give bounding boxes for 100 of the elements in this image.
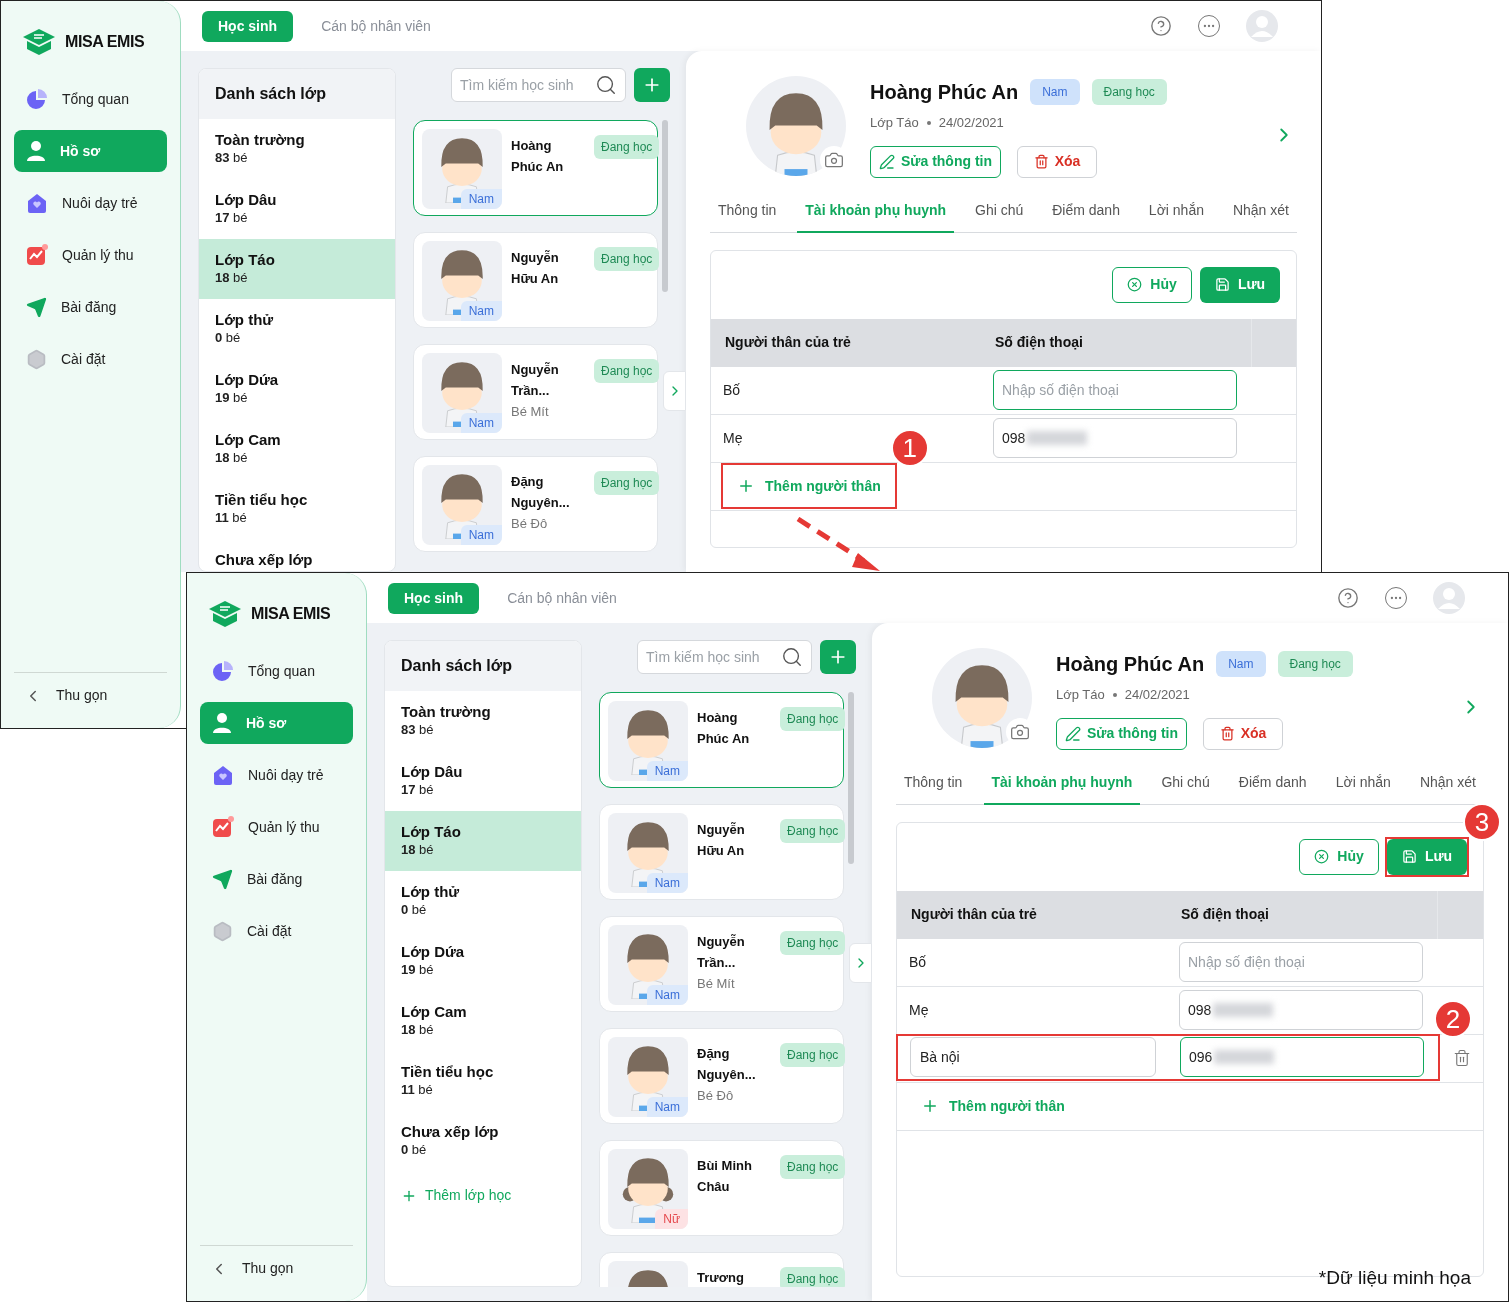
class-item[interactable]: Tiền tiểu học 11 bé (199, 479, 395, 539)
class-item[interactable]: Lớp Dâu 17 bé (385, 751, 581, 811)
nav-item[interactable]: Nuôi dạy trẻ (200, 754, 353, 796)
add-student-button[interactable] (634, 68, 670, 102)
nav-item[interactable]: Bài đăng (200, 858, 353, 900)
class-item[interactable]: Chưa xếp lớp (199, 539, 395, 571)
class-name: Toàn trường (401, 703, 492, 721)
logo-text: MISA EMIS (65, 32, 145, 52)
class-list-title: Danh sách lớp (385, 641, 581, 691)
student-card[interactable]: Nam Hoàng Phúc An Đang học (599, 692, 844, 788)
class-item[interactable]: Lớp Táo 18 bé (199, 239, 395, 299)
class-item[interactable]: Lớp Cam 18 bé (199, 419, 395, 479)
expand-toggle[interactable] (663, 371, 686, 411)
phone-value: 098 (1188, 1000, 1212, 1020)
gender-tag: Nam (460, 189, 502, 209)
class-item[interactable]: Lớp Táo 18 bé (385, 811, 581, 871)
column-header: Người thân của trẻ (724, 333, 852, 352)
status-badge: Đang học (594, 135, 660, 159)
class-name: Lớp Cam (215, 431, 282, 449)
delete-button[interactable]: Xóa (1203, 717, 1283, 750)
class-name: Toàn trường (215, 131, 306, 149)
profile-tab[interactable]: Nhận xét (1224, 199, 1297, 233)
status-badge: Đang học (780, 1155, 846, 1179)
logo-icon (207, 599, 243, 629)
class-count: 0 bé (401, 901, 428, 918)
class-item[interactable]: Lớp Dứa 19 bé (385, 931, 581, 991)
status-badge: Đang học (594, 247, 660, 271)
gender-tag: Nam (646, 761, 688, 781)
search-icon (595, 74, 617, 96)
student-card[interactable]: Nam Hoàng Phúc An Đang học (413, 120, 658, 216)
profile-tab[interactable]: Lời nhắn (1140, 199, 1212, 233)
collapse-button[interactable]: Thu gọn (14, 685, 108, 706)
scrollbar[interactable] (848, 692, 854, 864)
nav-item[interactable]: Quản lý thu (14, 234, 167, 276)
column-header: Số điện thoại (994, 333, 1084, 352)
profile-tab[interactable]: Lời nhắn (1327, 771, 1399, 805)
class-item[interactable]: Lớp thử 0 bé (385, 871, 581, 931)
profile-tab[interactable]: Điểm danh (1230, 771, 1315, 805)
class-item[interactable]: Tiền tiểu học 11 bé (385, 1051, 581, 1111)
class-name: Lớp thử (215, 311, 275, 329)
nav-item[interactable]: Nuôi dạy trẻ (14, 182, 167, 224)
birth-date: 24/02/2021 (938, 114, 1004, 132)
nav-item[interactable]: Cài đặt (200, 910, 353, 952)
student-card[interactable]: Nam Đặng Nguyên... Bé Đô Đang học (413, 456, 658, 552)
student-card[interactable]: Nam Nguyễn Hữu An Đang học (413, 232, 658, 328)
search-field[interactable]: Tìm kiếm học sinh (460, 74, 595, 96)
profile-tab[interactable]: Điểm danh (1044, 199, 1128, 233)
help-icon[interactable] (1337, 587, 1359, 609)
delete-button[interactable]: Xóa (1017, 145, 1097, 178)
nav-item[interactable]: Tổng quan (200, 650, 353, 692)
student-card[interactable]: Nữ Bùi Minh Châu Đang học (599, 1140, 844, 1236)
gender-tag: Nam (460, 301, 502, 321)
profile-tab[interactable]: Ghi chú (1153, 771, 1218, 805)
student-card[interactable]: Nam Đặng Nguyên... Bé Đô Đang học (599, 1028, 844, 1124)
profile-tab[interactable]: Thông tin (710, 199, 785, 233)
add-student-button[interactable] (820, 640, 856, 674)
student-card[interactable]: Nam Nguyễn Trần... Bé Mít Đang học (413, 344, 658, 440)
status-badge: Đang học (1091, 79, 1167, 105)
student-card[interactable]: Nam Nguyễn Trần... Bé Mít Đang học (599, 916, 844, 1012)
relation-cell-text: Bố (909, 952, 927, 972)
phone-field[interactable]: 096 (1180, 1037, 1424, 1077)
relation-input[interactable]: Bà nội (910, 1037, 1156, 1077)
phone-field[interactable]: 098 (993, 418, 1237, 458)
trash-icon[interactable] (1452, 1049, 1471, 1067)
class-name: Lớp Dứa (215, 371, 280, 389)
class-item[interactable]: Toàn trường 83 bé (385, 691, 581, 751)
class-item[interactable]: Lớp thử 0 bé (199, 299, 395, 359)
column-header: Người thân của trẻ (910, 905, 1038, 924)
class-name: Tiền tiểu học (401, 1063, 495, 1081)
nav-item[interactable]: Quản lý thu (200, 806, 353, 848)
student-card[interactable]: Trương Đang học (599, 1252, 844, 1287)
save-icon (1214, 277, 1230, 292)
profile-tab[interactable]: Ghi chú (967, 199, 1032, 233)
phone-value: 096 (1189, 1047, 1213, 1067)
class-item[interactable]: Toàn trường 83 bé (199, 119, 395, 179)
class-item[interactable]: Lớp Dứa 19 bé (199, 359, 395, 419)
profile-tab[interactable]: Nhận xét (1411, 771, 1484, 805)
nav-item[interactable]: Cài đặt (14, 338, 167, 380)
class-count: 19 bé (401, 961, 435, 978)
class-item[interactable]: Lớp Cam 18 bé (385, 991, 581, 1051)
phone-field[interactable]: 098 (1179, 990, 1423, 1030)
search-field[interactable]: Tìm kiếm học sinh (646, 646, 781, 668)
class-item[interactable]: Lớp Dâu 17 bé (199, 179, 395, 239)
student-card[interactable]: Nam Nguyễn Hữu An Đang học (599, 804, 844, 900)
search-box[interactable]: Tìm kiếm học sinh (637, 640, 812, 674)
help-icon[interactable] (1150, 15, 1172, 37)
nav-item[interactable]: Tổng quan (14, 78, 167, 120)
class-item[interactable]: Chưa xếp lớp 0 bé (385, 1111, 581, 1171)
student-name: Nguyễn Trần... (697, 933, 746, 972)
collapse-button[interactable]: Thu gọn (200, 1258, 294, 1279)
dot-separator (1112, 692, 1117, 697)
search-box[interactable]: Tìm kiếm học sinh (451, 68, 626, 102)
paper-plane-icon (26, 296, 47, 318)
expand-toggle[interactable] (849, 943, 872, 983)
status-badge: Đang học (780, 1043, 846, 1067)
status-badge: Đang học (780, 1267, 846, 1287)
profile-tab[interactable]: Thông tin (896, 771, 971, 805)
nav-item[interactable]: Bài đăng (14, 286, 167, 328)
class-name: Chưa xếp lớp (401, 1123, 500, 1141)
scrollbar[interactable] (662, 120, 668, 292)
